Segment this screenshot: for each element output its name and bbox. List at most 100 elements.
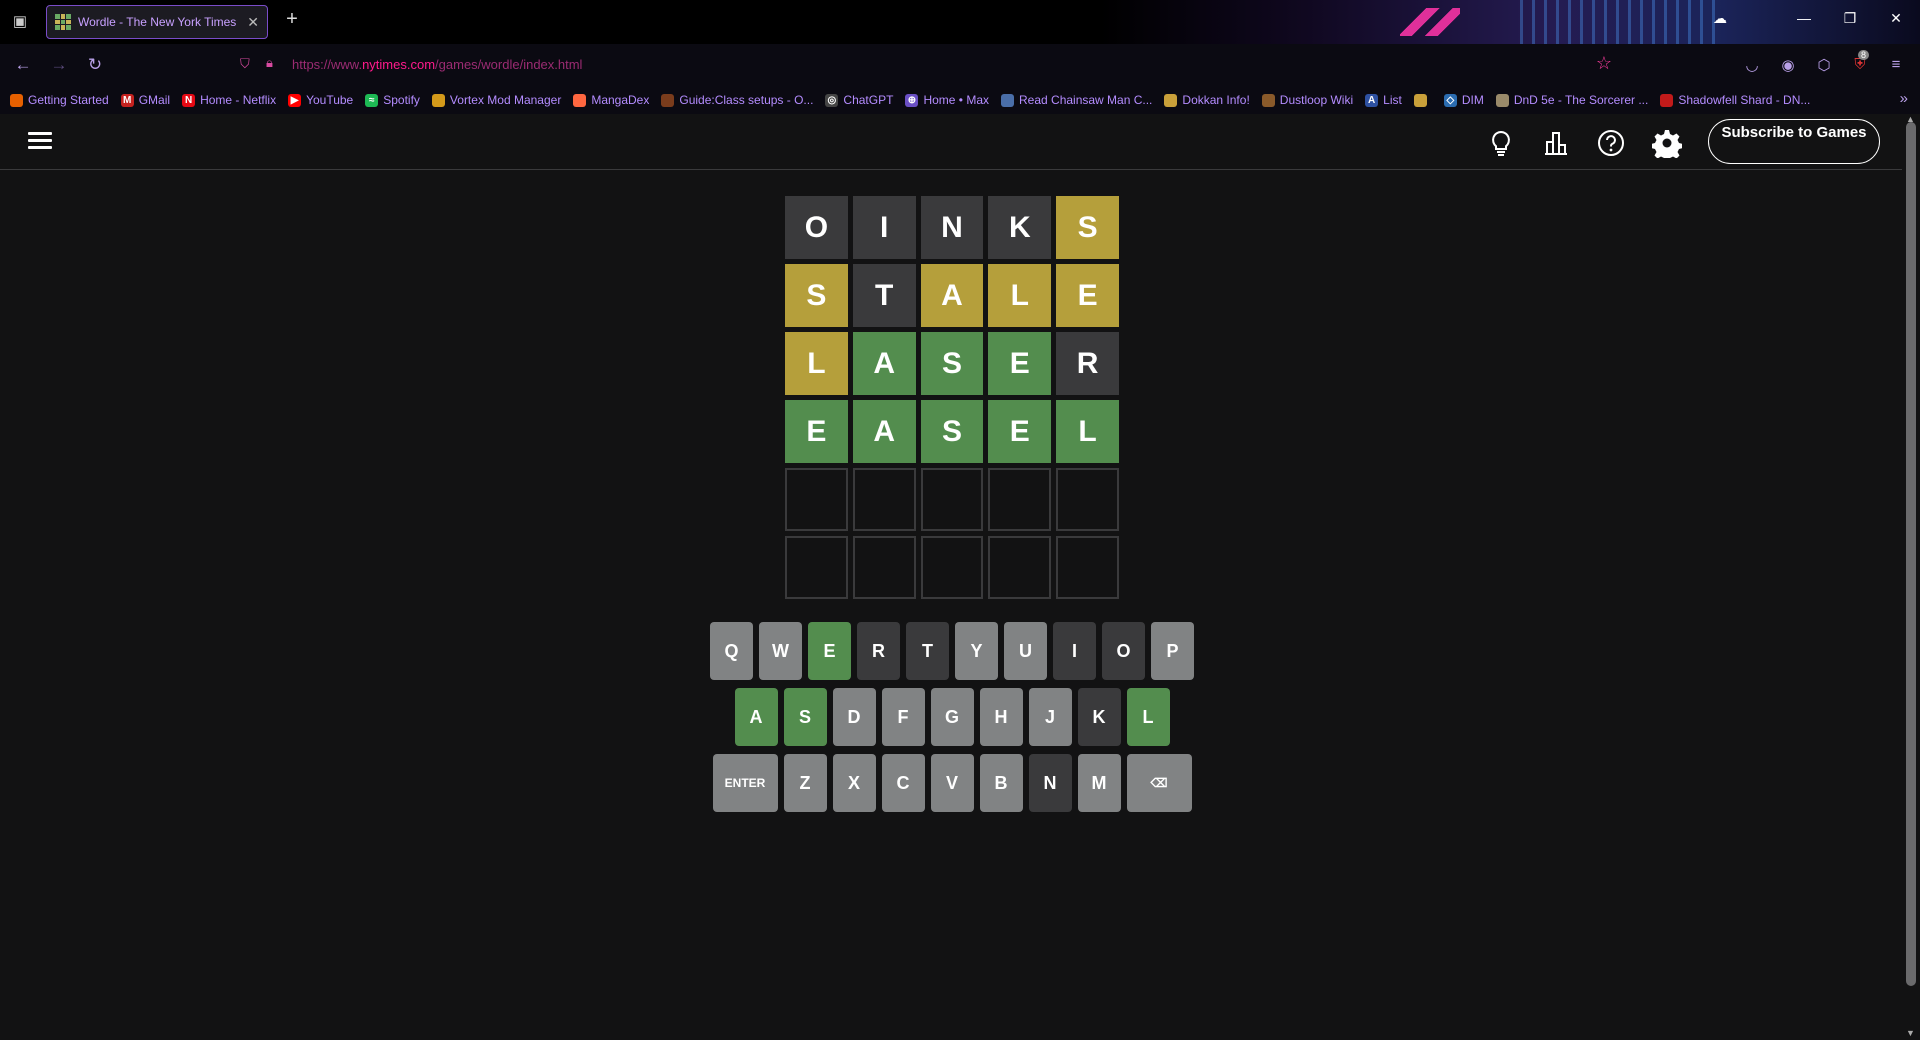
- letter-tile: [852, 536, 916, 599]
- letter-tile: [852, 468, 916, 531]
- key-d[interactable]: D: [832, 688, 876, 746]
- bookmark-item[interactable]: Read Chainsaw Man C...: [1001, 93, 1152, 107]
- extension-mask-icon[interactable]: ☁: [1708, 10, 1732, 34]
- lock-icon[interactable]: 🔒︎: [266, 55, 273, 71]
- bookmark-item[interactable]: M GMail: [120, 93, 170, 107]
- bookmark-item[interactable]: Dustloop Wiki: [1261, 93, 1353, 107]
- settings-gear-icon[interactable]: [1651, 128, 1683, 162]
- bookmark-item[interactable]: DnD 5e - The Sorcerer ...: [1495, 93, 1649, 107]
- letter-tile: N: [920, 196, 984, 259]
- tab-list-icon[interactable]: ▣: [10, 12, 30, 32]
- reload-icon[interactable]: ↻: [84, 54, 106, 76]
- board-row: STALE: [785, 264, 1119, 327]
- window-close-icon[interactable]: ✕: [1884, 10, 1908, 34]
- key-h[interactable]: H: [979, 688, 1023, 746]
- url-bar[interactable]: ⛉ 🔒︎ https://www.nytimes.com/games/wordl…: [232, 50, 1612, 80]
- key-y[interactable]: Y: [955, 622, 998, 680]
- tracking-shield-icon[interactable]: ⛉: [240, 56, 256, 72]
- bookmark-item[interactable]: Guide:Class setups - O...: [661, 93, 813, 107]
- extensions-icon[interactable]: ⬡: [1814, 56, 1834, 76]
- bookmarks-bar: Getting Started M GMail N Home - Netflix ▶ You…: [0, 86, 1920, 114]
- letter-tile: A: [852, 400, 916, 463]
- board-row: [785, 536, 1119, 599]
- bookmark-item[interactable]: ▶ YouTube: [288, 93, 353, 107]
- tab-close-icon[interactable]: ✕: [247, 14, 259, 31]
- hint-lightbulb-icon[interactable]: [1486, 128, 1516, 158]
- key-a[interactable]: A: [734, 688, 778, 746]
- key-o[interactable]: O: [1102, 622, 1145, 680]
- statistics-icon[interactable]: [1541, 128, 1571, 158]
- key-k[interactable]: K: [1077, 688, 1121, 746]
- bookmark-label: Spotify: [383, 93, 420, 107]
- key-p[interactable]: P: [1151, 622, 1194, 680]
- url-text[interactable]: https://www.nytimes.com/games/wordle/ind…: [292, 57, 582, 72]
- key-i[interactable]: I: [1053, 622, 1096, 680]
- bookmark-favicon-icon: ◎: [825, 93, 839, 107]
- on-screen-keyboard: Q W E R T Y U I O P A S D F G H J K L ENTER Z X C V B N M ⌫: [709, 622, 1195, 820]
- forward-arrow-icon[interactable]: →: [48, 54, 70, 76]
- back-arrow-icon[interactable]: ←: [12, 54, 34, 76]
- bookmark-item[interactable]: N Home - Netflix: [182, 93, 276, 107]
- key-c[interactable]: C: [881, 754, 925, 812]
- key-l[interactable]: L: [1126, 688, 1170, 746]
- bookmark-item[interactable]: Vortex Mod Manager: [431, 93, 561, 107]
- letter-tile: S: [920, 332, 984, 395]
- key-b[interactable]: B: [979, 754, 1023, 812]
- bookmark-item[interactable]: Dokkan Info!: [1164, 93, 1250, 107]
- bookmark-item[interactable]: ≈ Spotify: [365, 93, 420, 107]
- key-w[interactable]: W: [759, 622, 802, 680]
- bookmark-item[interactable]: MangaDex: [573, 93, 649, 107]
- bookmark-item[interactable]: Shadowfell Shard - DN...: [1660, 93, 1810, 107]
- bookmark-item[interactable]: ⊕ Home • Max: [905, 93, 989, 107]
- bookmark-item[interactable]: ◇ DIM: [1443, 93, 1484, 107]
- key-j[interactable]: J: [1028, 688, 1072, 746]
- hamburger-menu-icon[interactable]: [28, 132, 52, 152]
- key-e[interactable]: E: [808, 622, 851, 680]
- key-z[interactable]: Z: [783, 754, 827, 812]
- letter-tile: [988, 536, 1052, 599]
- page-scrollbar[interactable]: ▲ ▼: [1902, 114, 1920, 1040]
- scrollbar-thumb[interactable]: [1906, 122, 1916, 986]
- bookmark-label: DnD 5e - The Sorcerer ...: [1513, 93, 1649, 107]
- restore-icon[interactable]: ❐: [1838, 10, 1862, 34]
- key-r[interactable]: R: [857, 622, 900, 680]
- bookmark-label: YouTube: [306, 93, 354, 107]
- bookmark-star-icon[interactable]: ☆: [1596, 53, 1612, 74]
- letter-tile: L: [988, 264, 1052, 327]
- backspace-key[interactable]: ⌫: [1126, 754, 1192, 812]
- key-v[interactable]: V: [930, 754, 974, 812]
- bookmark-label: Guide:Class setups - O...: [679, 93, 814, 107]
- key-x[interactable]: X: [832, 754, 876, 812]
- scroll-down-icon[interactable]: ▼: [1906, 1028, 1915, 1038]
- key-q[interactable]: Q: [710, 622, 753, 680]
- tab-wordle[interactable]: Wordle - The New York Times ✕: [46, 5, 268, 39]
- key-u[interactable]: U: [1004, 622, 1047, 680]
- bookmark-favicon-icon: ▶: [288, 93, 302, 107]
- bookmark-favicon-icon: A: [1365, 93, 1379, 107]
- bookmark-favicon-icon: [1261, 93, 1275, 107]
- bookmarks-overflow-icon[interactable]: »: [1900, 90, 1908, 107]
- key-m[interactable]: M: [1077, 754, 1121, 812]
- key-g[interactable]: G: [930, 688, 974, 746]
- minimize-icon[interactable]: —: [1792, 10, 1816, 34]
- help-icon[interactable]: [1596, 128, 1626, 158]
- letter-tile: S: [1056, 196, 1119, 259]
- bookmark-item[interactable]: A List: [1365, 93, 1402, 107]
- subscribe-button[interactable]: Subscribe to Games: [1708, 119, 1880, 164]
- app-menu-icon[interactable]: ≡: [1886, 56, 1906, 76]
- bookmark-item[interactable]: ◎ ChatGPT: [825, 93, 893, 107]
- bookmark-item[interactable]: [1413, 93, 1432, 107]
- bookmark-label: List: [1383, 93, 1402, 107]
- key-t[interactable]: T: [906, 622, 949, 680]
- key-f[interactable]: F: [881, 688, 925, 746]
- bookmark-favicon-icon: N: [182, 93, 196, 107]
- bookmark-favicon-icon: M: [120, 93, 134, 107]
- pocket-icon[interactable]: ◡: [1742, 56, 1762, 76]
- browser-nav-bar: ← → ↻ ⛉ 🔒︎ https://www.nytimes.com/games…: [0, 44, 1920, 86]
- key-n[interactable]: N: [1028, 754, 1072, 812]
- bookmark-item[interactable]: Getting Started: [10, 93, 109, 107]
- enter-key[interactable]: ENTER: [712, 754, 778, 812]
- new-tab-icon[interactable]: +: [280, 8, 304, 36]
- account-icon[interactable]: ◉: [1778, 56, 1798, 76]
- key-s[interactable]: S: [783, 688, 827, 746]
